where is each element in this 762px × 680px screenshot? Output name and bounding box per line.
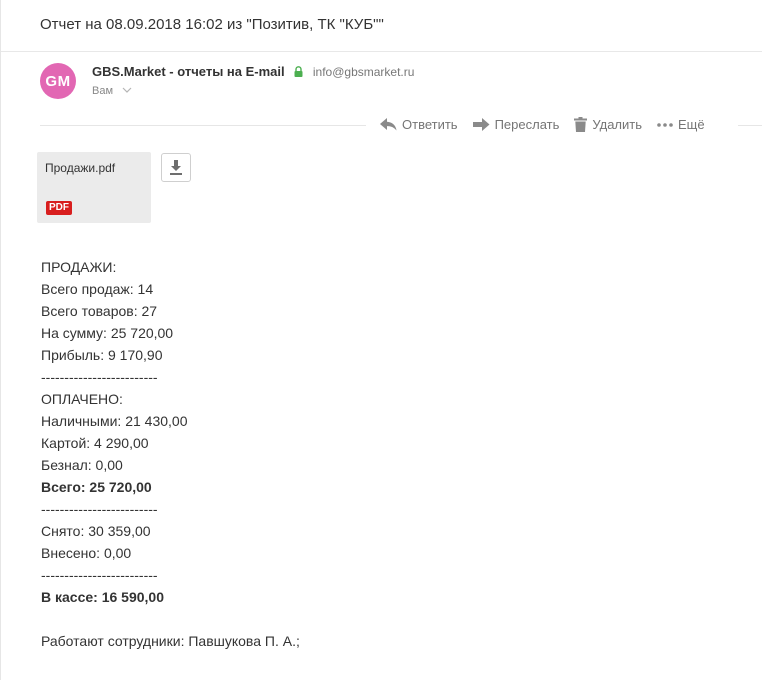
body-line: ПРОДАЖИ: bbox=[41, 259, 117, 275]
paid-total-line: Всего: 25 720,00 bbox=[41, 479, 152, 495]
more-button[interactable]: Ещё bbox=[657, 117, 705, 132]
recipient[interactable]: Вам bbox=[92, 84, 132, 97]
sender-avatar[interactable]: GM bbox=[40, 63, 76, 99]
forward-button[interactable]: Переслать bbox=[472, 117, 560, 132]
attachment-card[interactable]: Продажи.pdf PDF bbox=[37, 152, 151, 223]
body-line: Снято: 30 359,00 bbox=[41, 523, 151, 539]
lock-icon bbox=[294, 66, 303, 77]
body-line: Наличными: 21 430,00 bbox=[41, 413, 188, 429]
download-icon bbox=[170, 160, 182, 175]
message-actions: Ответить Переслать Удалить Ещё bbox=[380, 117, 705, 132]
body-line: Внесено: 0,00 bbox=[41, 545, 132, 561]
sender-line: GBS.Market - отчеты на E-mail info@gbsma… bbox=[92, 64, 414, 79]
delete-label: Удалить bbox=[592, 117, 643, 132]
body-line: ОПЛАЧЕНО: bbox=[41, 391, 123, 407]
subject-bar: Отчет на 08.09.2018 16:02 из "Позитив, Т… bbox=[1, 0, 762, 52]
separator-line: ------------------------- bbox=[41, 501, 158, 517]
body-line: Картой: 4 290,00 bbox=[41, 435, 149, 451]
body-line: Безнал: 0,00 bbox=[41, 457, 123, 473]
forward-icon bbox=[472, 118, 490, 131]
separator-line: ------------------------- bbox=[41, 369, 158, 385]
body-line: Всего товаров: 27 bbox=[41, 303, 158, 319]
recipient-label: Вам bbox=[92, 85, 114, 97]
body-line: Всего продаж: 14 bbox=[41, 281, 154, 297]
email-view: Отчет на 08.09.2018 16:02 из "Позитив, Т… bbox=[0, 0, 762, 680]
delete-button[interactable]: Удалить bbox=[574, 117, 642, 132]
separator-line: ------------------------- bbox=[41, 567, 158, 583]
staff-line: Работают сотрудники: Павшукова П. А.; bbox=[41, 633, 300, 649]
reply-label: Ответить bbox=[402, 117, 458, 132]
attachment-filename: Продажи.pdf bbox=[45, 161, 116, 175]
trash-icon bbox=[574, 117, 588, 132]
body-line: На сумму: 25 720,00 bbox=[41, 325, 174, 341]
chevron-down-icon[interactable] bbox=[122, 84, 132, 96]
download-button[interactable] bbox=[161, 153, 191, 182]
sender-name[interactable]: GBS.Market - отчеты на E-mail bbox=[92, 64, 285, 79]
sender-email[interactable]: info@gbsmarket.ru bbox=[313, 65, 415, 79]
pdf-badge: PDF bbox=[46, 201, 72, 215]
more-dots-icon bbox=[657, 122, 673, 127]
forward-label: Переслать bbox=[494, 117, 560, 132]
reply-button[interactable]: Ответить bbox=[380, 117, 458, 132]
divider bbox=[40, 125, 366, 126]
cash-balance-line: В кассе: 16 590,00 bbox=[41, 589, 164, 605]
email-subject: Отчет на 08.09.2018 16:02 из "Позитив, Т… bbox=[40, 16, 384, 33]
reply-icon bbox=[380, 118, 397, 131]
divider bbox=[738, 125, 762, 126]
body-line: Прибыль: 9 170,90 bbox=[41, 347, 163, 363]
more-label: Ещё bbox=[678, 117, 705, 132]
email-body: ПРОДАЖИ: Всего продаж: 14 Всего товаров:… bbox=[41, 256, 300, 652]
